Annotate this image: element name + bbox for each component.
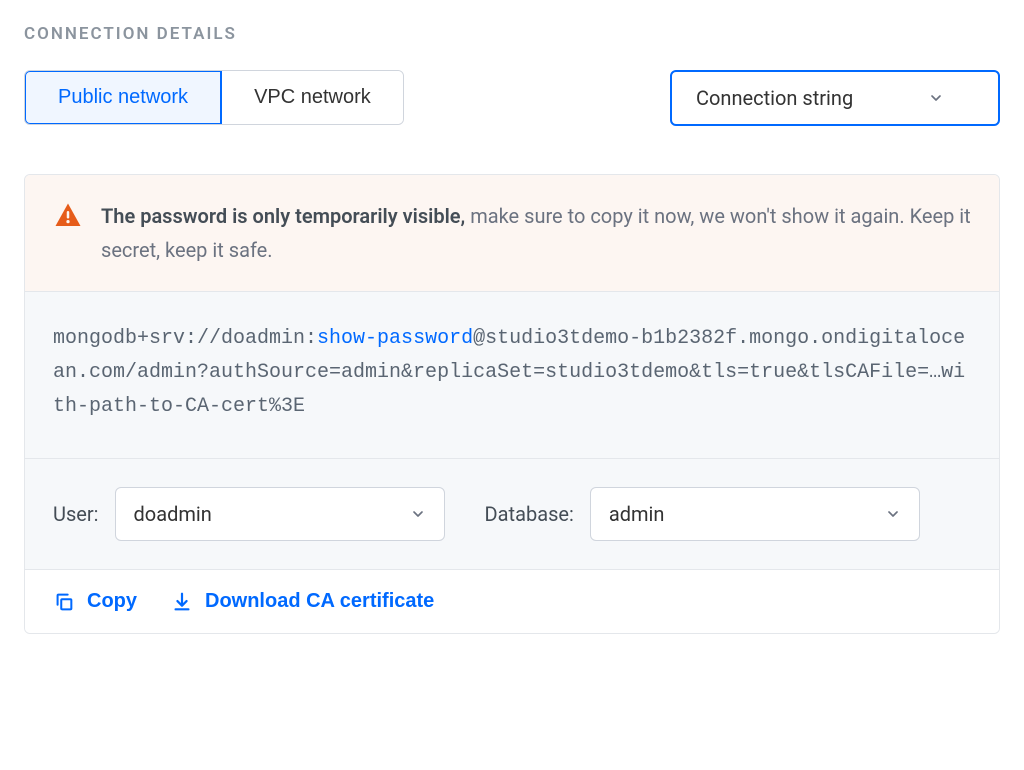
warning-icon: [53, 201, 83, 231]
warning-banner: The password is only temporarily visible…: [25, 175, 999, 292]
download-ca-button[interactable]: Download CA certificate: [171, 590, 434, 613]
network-tabs: Public network VPC network: [24, 70, 404, 125]
chevron-down-icon: [410, 506, 426, 522]
database-select-value: admin: [609, 502, 665, 526]
tab-public-network[interactable]: Public network: [24, 70, 222, 125]
copy-icon: [53, 591, 75, 613]
database-label: Database:: [485, 502, 574, 526]
warning-text: The password is only temporarily visible…: [101, 199, 971, 267]
download-label: Download CA certificate: [205, 590, 434, 613]
actions-row: Copy Download CA certificate: [25, 570, 999, 633]
chevron-down-icon: [885, 506, 901, 522]
format-select-value: Connection string: [696, 86, 853, 110]
chevron-down-icon: [928, 90, 944, 106]
format-select[interactable]: Connection string: [670, 70, 1000, 126]
user-select-value: doadmin: [134, 502, 212, 526]
tab-vpc-network[interactable]: VPC network: [221, 71, 403, 124]
copy-label: Copy: [87, 590, 137, 613]
show-password-link[interactable]: show-password: [317, 327, 473, 350]
user-label: User:: [53, 502, 99, 526]
selectors-row: User: doadmin Database: admin: [25, 459, 999, 570]
warning-bold: The password is only temporarily visible…: [101, 204, 465, 228]
connection-panel: The password is only temporarily visible…: [24, 174, 1000, 634]
conn-prefix: mongodb+srv://doadmin:: [53, 327, 317, 350]
connection-string: mongodb+srv://doadmin:show-password@stud…: [25, 292, 999, 459]
user-select[interactable]: doadmin: [115, 487, 445, 541]
copy-button[interactable]: Copy: [53, 590, 137, 613]
section-title: CONNECTION DETAILS: [24, 24, 1000, 44]
download-icon: [171, 591, 193, 613]
controls-row: Public network VPC network Connection st…: [24, 70, 1000, 126]
format-select-wrap: Connection string: [670, 70, 1000, 126]
database-select[interactable]: admin: [590, 487, 920, 541]
